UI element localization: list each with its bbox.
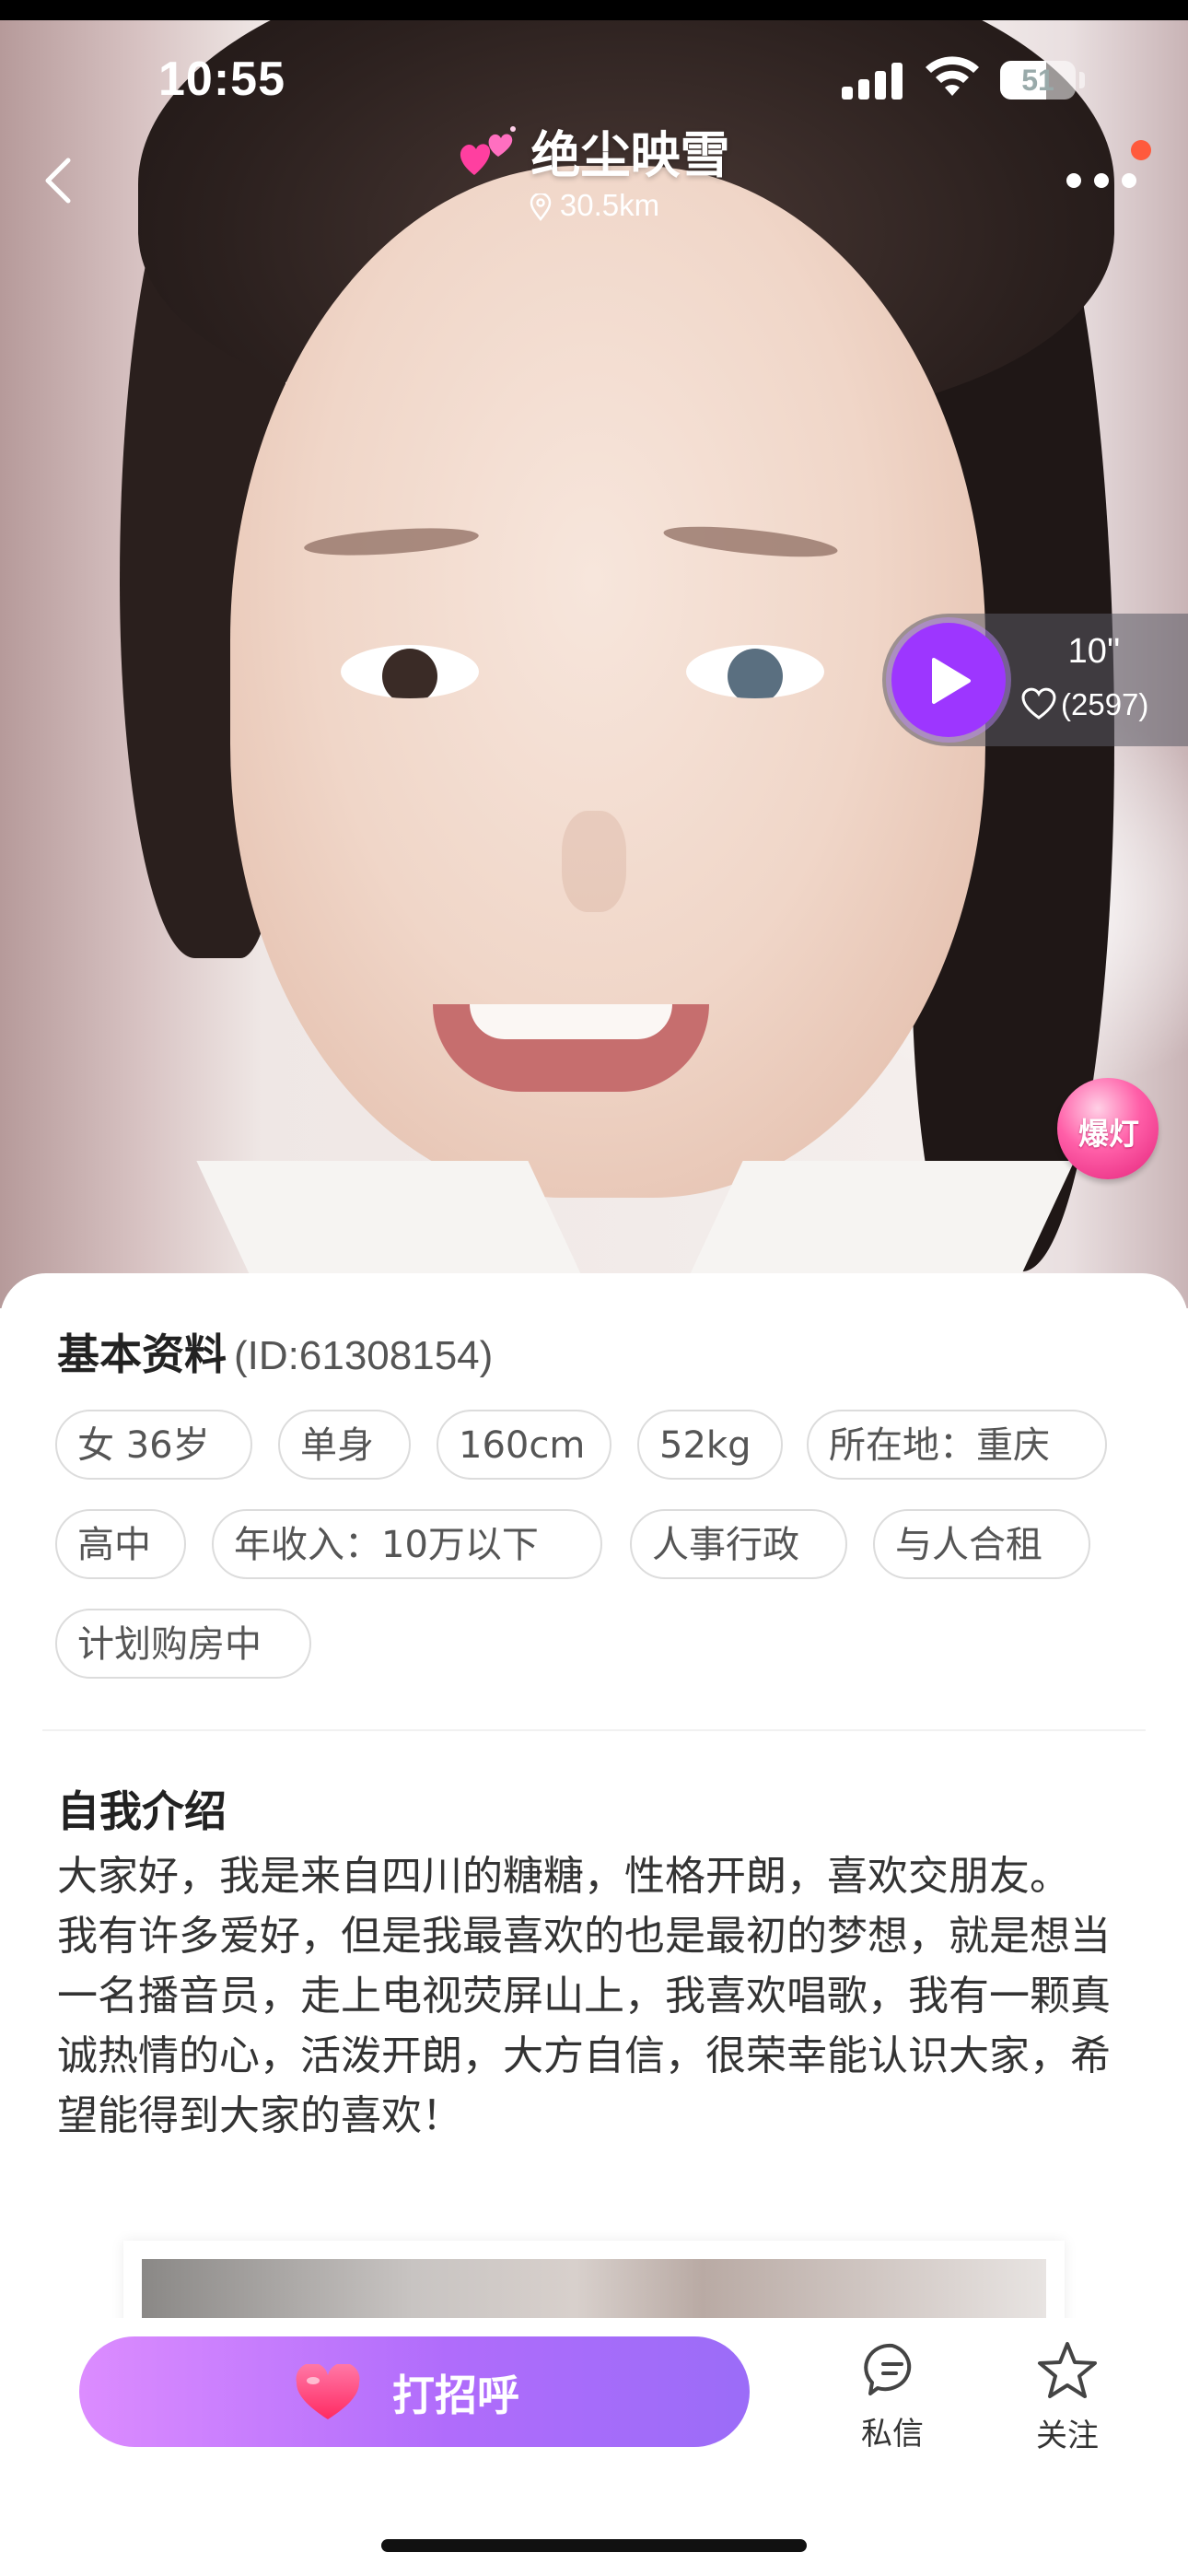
battery-icon: 51 — [1000, 61, 1076, 100]
tag-marital-status: 单身 — [278, 1410, 411, 1480]
distance-text: 30.5km — [559, 188, 660, 222]
voice-likes[interactable]: (2597) — [1020, 687, 1148, 722]
self-intro-paragraph: 我有许多爱好，但是我最喜欢的也是最初的梦想，就是想当一名播音员，走上电视荧屏山上… — [57, 1913, 1111, 2139]
heart-outline-icon — [1021, 687, 1056, 720]
tag-gender-age: 女 36岁 — [55, 1410, 252, 1480]
tag-home-purchase: 计划购房中 — [55, 1609, 311, 1679]
boost-button[interactable]: 爆灯 — [1055, 1078, 1162, 1196]
home-indicator — [381, 2539, 807, 2552]
status-time: 10:55 — [158, 53, 285, 106]
tag-income: 年收入：10万以下 — [212, 1509, 602, 1579]
tag-location: 所在地：重庆 — [807, 1410, 1107, 1480]
voice-duration: 10'' — [1067, 632, 1121, 671]
section-divider — [42, 1729, 1146, 1731]
wifi-icon — [926, 56, 979, 96]
battery-level: 51 — [1021, 64, 1054, 97]
message-label: 私信 — [861, 2416, 924, 2453]
follow-button[interactable]: 关注 — [1007, 2340, 1127, 2455]
basic-info-title: 基本资料 — [57, 1329, 227, 1379]
tag-weight: 52kg — [637, 1410, 783, 1480]
star-outline-icon — [1038, 2342, 1097, 2398]
tag-education: 高中 — [55, 1509, 186, 1579]
tag-occupation: 人事行政 — [630, 1509, 847, 1579]
basic-info-heading: 基本资料 (ID:61308154) — [57, 1321, 493, 1382]
chat-bubble-icon — [864, 2343, 912, 2395]
boost-label: 爆灯 — [1078, 1116, 1139, 1152]
notification-dot — [1131, 140, 1151, 160]
location-pin-icon — [530, 193, 552, 222]
more-options-button[interactable] — [1066, 166, 1136, 197]
tag-height: 160cm — [437, 1410, 611, 1480]
status-bar: 10:55 51 — [0, 0, 1188, 129]
greet-button[interactable]: 打招呼 — [79, 2336, 750, 2447]
self-intro-paragraph: 大家好，我是来自四川的糖糖，性格开朗，喜欢交朋友。 — [57, 1853, 1070, 1900]
bottom-action-bar: 打招呼 私信 关注 — [0, 2318, 1188, 2576]
profile-screen: 10:55 51 绝尘映雪 30.5km 10'' (2597) 爆灯 基本资料… — [0, 0, 1188, 2576]
message-button[interactable]: 私信 — [833, 2340, 952, 2453]
profile-title: 绝尘映雪 — [0, 114, 1188, 187]
self-intro-heading: 自我介绍 — [57, 1786, 227, 1836]
cellular-signal-icon — [842, 61, 906, 100]
heart-icon — [296, 2364, 360, 2419]
user-id: (ID:61308154) — [234, 1333, 494, 1378]
voice-intro-player[interactable]: 10'' (2597) — [882, 614, 1188, 746]
tag-housing: 与人合租 — [873, 1509, 1090, 1579]
distance-row: 30.5km — [0, 188, 1188, 223]
voice-likes-count: (2597) — [1061, 687, 1149, 721]
greet-label: 打招呼 — [392, 2371, 519, 2420]
follow-label: 关注 — [1036, 2418, 1099, 2454]
sparkling-hearts-icon — [460, 125, 517, 175]
play-button[interactable] — [891, 623, 1006, 737]
nickname: 绝尘映雪 — [530, 126, 730, 184]
self-intro-text: 大家好，我是来自四川的糖糖，性格开朗，喜欢交朋友。 我有许多爱好，但是我最喜欢的… — [57, 1846, 1135, 2146]
play-icon — [932, 658, 971, 704]
